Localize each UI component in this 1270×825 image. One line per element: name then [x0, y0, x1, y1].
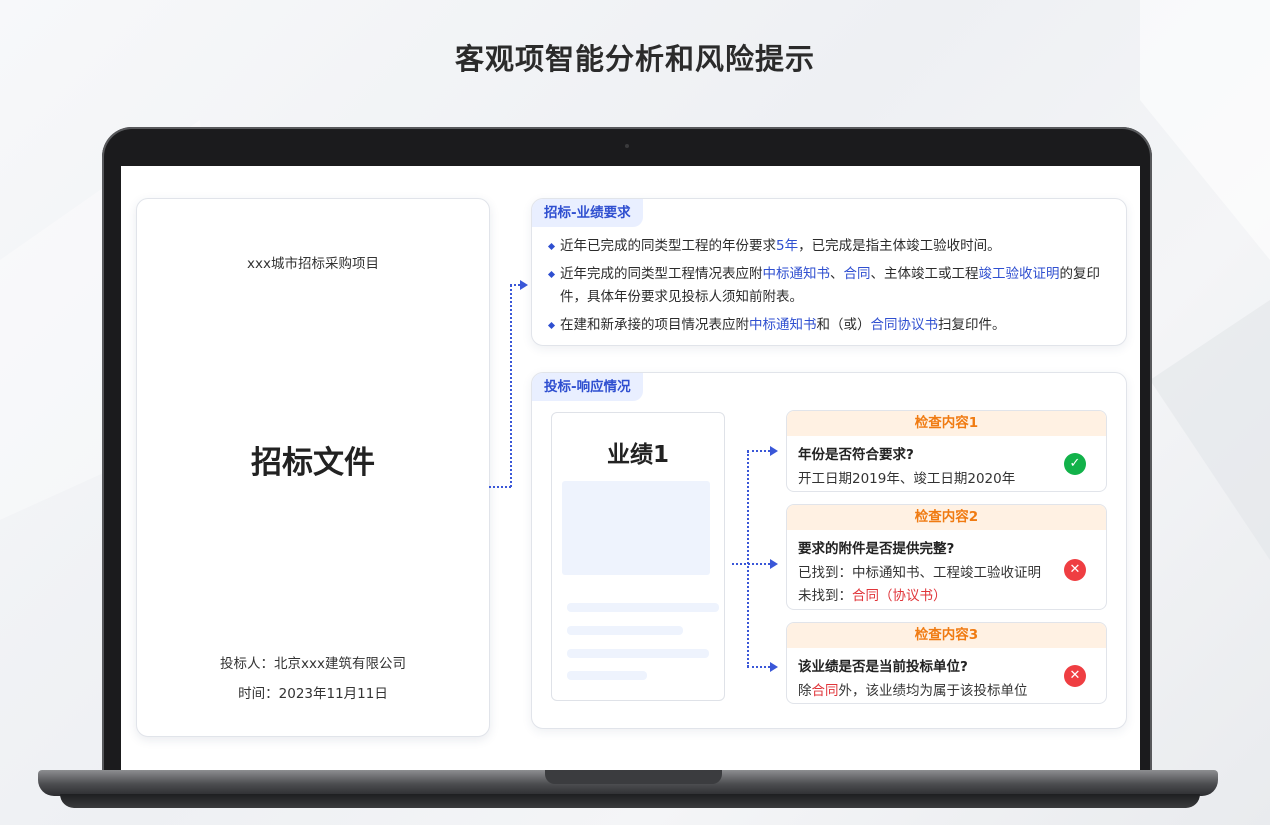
text-placeholder-line	[567, 671, 647, 680]
camera-icon	[625, 144, 629, 148]
requirement-highlight: 5年	[776, 238, 799, 254]
requirement-text: 近年完成的同类型工程情况表应附	[560, 266, 763, 282]
check-header: 检查内容2	[787, 505, 1106, 530]
connector-line	[747, 666, 770, 668]
diamond-bullet-icon	[547, 321, 556, 330]
requirement-highlight: 合同协议书	[870, 317, 939, 333]
check-question: 该业绩是否是当前投标单位?	[798, 659, 968, 675]
requirements-list: 近年已完成的同类型工程的年份要求5年，已完成是指主体竣工验收时间。 近年完成的同…	[547, 235, 1112, 342]
connector-line	[489, 486, 511, 488]
requirement-highlight: 竣工验收证明	[978, 266, 1060, 282]
connector-line	[747, 450, 770, 452]
requirements-tag: 招标-业绩要求	[532, 199, 643, 227]
text-placeholder-line	[567, 649, 709, 658]
requirement-highlight: 中标通知书	[749, 317, 817, 333]
requirement-item: 近年已完成的同类型工程的年份要求5年，已完成是指主体竣工验收时间。	[547, 235, 1112, 258]
check-icon: ✓	[1064, 453, 1086, 475]
check-detail-missing: 未找到：合同（协议书）	[798, 584, 947, 604]
missing-item: 合同（协议书）	[852, 588, 947, 604]
laptop-screen: xxx城市招标采购项目 招标文件 投标人：北京xxx建筑有限公司 时间：2023…	[121, 166, 1140, 770]
check-card-1[interactable]: 检查内容1 年份是否符合要求? 开工日期2019年、竣工日期2020年 ✓	[786, 410, 1107, 492]
requirement-highlight: 中标通知书	[762, 266, 831, 282]
requirement-text: 扫复印件。	[938, 317, 1006, 333]
connector-line	[732, 563, 770, 565]
performance-document-title: 业绩1	[606, 442, 669, 468]
check-detail: 已找到：中标通知书、工程竣工验收证明	[798, 565, 1041, 581]
requirement-item: 近年完成的同类型工程情况表应附中标通知书、合同、主体竣工或工程竣工验收证明的复印…	[547, 263, 1112, 309]
text-placeholder-line	[567, 626, 683, 635]
check-detail: 开工日期2019年、竣工日期2020年	[798, 471, 1016, 487]
arrow-right-icon	[770, 559, 778, 569]
requirement-text: 近年已完成的同类型工程的年份要求	[560, 238, 776, 254]
connector-line	[510, 285, 512, 487]
connector-line	[510, 284, 520, 286]
document-title: 招标文件	[251, 445, 375, 481]
diamond-bullet-icon	[547, 242, 556, 251]
requirement-text: 、主体竣工或工程	[870, 266, 979, 282]
laptop-base-bottom	[60, 794, 1200, 808]
arrow-right-icon	[770, 446, 778, 456]
laptop-notch	[545, 770, 722, 784]
text-placeholder-line	[567, 603, 719, 612]
bid-response-panel: 投标-响应情况 业绩1 检查内容1 年份是否符合要求? 开工日期2019年、竣工…	[531, 372, 1127, 729]
requirement-text: ，已完成是指主体竣工验收时间。	[798, 238, 1001, 254]
image-placeholder	[562, 481, 710, 575]
missing-label: 未找到：	[798, 588, 852, 604]
performance-document[interactable]: 业绩1	[551, 412, 725, 701]
check-detail: 除合同外，该业绩均为属于该投标单位	[798, 679, 1028, 699]
requirement-text: 和（或）	[816, 317, 871, 333]
check-header: 检查内容3	[787, 623, 1106, 648]
cross-icon: ✕	[1064, 559, 1086, 581]
connector-line	[747, 451, 749, 667]
check-question: 年份是否符合要求?	[798, 447, 914, 463]
page-title: 客观项智能分析和风险提示	[454, 42, 815, 76]
detail-text: 除	[798, 683, 812, 699]
arrow-right-icon	[520, 280, 528, 290]
document-bidder: 投标人：北京xxx建筑有限公司	[220, 656, 406, 672]
diamond-bullet-icon	[547, 270, 556, 279]
requirement-text: 、	[830, 266, 844, 282]
tender-requirements-panel: 招标-业绩要求 近年已完成的同类型工程的年份要求5年，已完成是指主体竣工验收时间…	[531, 198, 1127, 346]
detail-text: 外，该业绩均为属于该投标单位	[838, 683, 1028, 699]
requirement-text: 在建和新承接的项目情况表应附	[560, 317, 749, 333]
check-card-3[interactable]: 检查内容3 该业绩是否是当前投标单位? 除合同外，该业绩均为属于该投标单位 ✕	[786, 622, 1107, 704]
requirement-highlight: 合同	[843, 266, 871, 282]
cross-icon: ✕	[1064, 665, 1086, 687]
check-card-2[interactable]: 检查内容2 要求的附件是否提供完整? 已找到：中标通知书、工程竣工验收证明 未找…	[786, 504, 1107, 610]
response-tag: 投标-响应情况	[532, 373, 643, 401]
arrow-right-icon	[770, 662, 778, 672]
detail-highlight: 合同	[811, 683, 839, 699]
tender-document[interactable]: xxx城市招标采购项目 招标文件 投标人：北京xxx建筑有限公司 时间：2023…	[136, 198, 490, 737]
document-time: 时间：2023年11月11日	[238, 686, 388, 702]
requirement-item: 在建和新承接的项目情况表应附中标通知书和（或）合同协议书扫复印件。	[547, 314, 1112, 337]
document-project: xxx城市招标采购项目	[247, 256, 379, 272]
check-header: 检查内容1	[787, 411, 1106, 436]
check-question: 要求的附件是否提供完整?	[798, 541, 955, 557]
